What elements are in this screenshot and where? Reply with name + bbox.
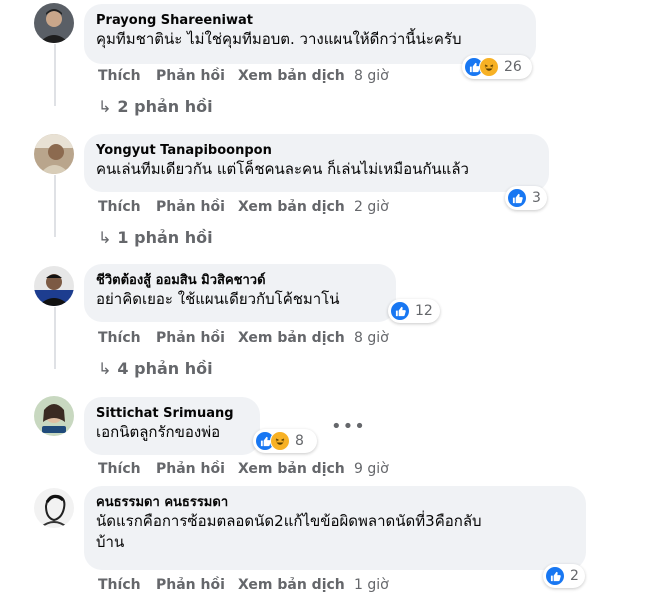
reply-arrow-icon: ↳ (98, 359, 112, 378)
avatar[interactable] (34, 3, 74, 43)
comment-text: อย่าคิดเยอะ ใช้แผนเดียวกับโค้ชมาโน่ (96, 290, 340, 308)
comment-bubble: คนธรรมดา คนธรรมดา นัดแรกคือการซ้อมตลอดนั… (84, 486, 586, 570)
comment-text: เอกนิตลูกรักของพ่อ (96, 423, 221, 441)
reply-button[interactable]: Phản hồi (156, 330, 225, 346)
timestamp[interactable]: 2 giờ (354, 199, 389, 215)
reaction-summary[interactable]: 8 (253, 429, 317, 453)
comment-text-line: นัดแรกคือการซ้อมตลอดนัด2แก้ไขข้อผิดพลาดน… (96, 512, 482, 530)
like-button[interactable]: Thích (98, 577, 141, 593)
haha-icon (270, 431, 290, 451)
replies-count: 2 phản hồi (117, 97, 213, 116)
translate-button[interactable]: Xem bản dịch (238, 68, 345, 84)
avatar[interactable] (34, 488, 74, 528)
reaction-count: 26 (504, 59, 522, 75)
haha-icon (479, 57, 499, 77)
replies-count: 1 phản hồi (117, 228, 213, 247)
like-button[interactable]: Thích (98, 330, 141, 346)
reaction-count: 8 (295, 433, 304, 449)
timestamp[interactable]: 8 giờ (354, 330, 389, 346)
like-icon (390, 301, 410, 321)
like-icon (545, 566, 565, 586)
timestamp[interactable]: 8 giờ (354, 68, 389, 84)
translate-button[interactable]: Xem bản dịch (238, 330, 345, 346)
thread-line (54, 175, 56, 237)
reply-arrow-icon: ↳ (98, 228, 112, 247)
comment-author[interactable]: Yongyut Tanapiboonpon (96, 142, 537, 159)
view-replies-link[interactable]: ↳ 2 phản hồi (98, 97, 213, 116)
comment-text-line: บ้าน (96, 533, 125, 551)
thread-line (54, 44, 56, 106)
reply-button[interactable]: Phản hồi (156, 577, 225, 593)
view-replies-link[interactable]: ↳ 1 phản hồi (98, 228, 213, 247)
comment-author[interactable]: คนธรรมดา คนธรรมดา (96, 494, 574, 511)
comment-text: คุมทีมชาติน่ะ ไม่ใช่คุมทีมอบต. วางแผนให้… (96, 30, 462, 48)
comment-bubble: Sittichat Srimuang เอกนิตลูกรักของพ่อ (84, 397, 260, 455)
like-button[interactable]: Thích (98, 461, 141, 477)
comment-text: คนเล่นทีมเดียวกัน แต่โค็ชคนละคน ก็เล่นไม… (96, 160, 469, 178)
comment-author[interactable]: Sittichat Srimuang (96, 405, 248, 422)
reply-button[interactable]: Phản hồi (156, 68, 225, 84)
reply-button[interactable]: Phản hồi (156, 199, 225, 215)
comment-author[interactable]: ชีวิตต้องสู้ ออมสิน มิวสิคชาวด์ (96, 272, 384, 289)
timestamp[interactable]: 1 giờ (354, 577, 389, 593)
timestamp[interactable]: 9 giờ (354, 461, 389, 477)
reaction-count: 3 (532, 190, 541, 206)
more-options-icon[interactable]: ••• (331, 416, 366, 437)
like-button[interactable]: Thích (98, 199, 141, 215)
like-button[interactable]: Thích (98, 68, 141, 84)
replies-count: 4 phản hồi (117, 359, 213, 378)
view-replies-link[interactable]: ↳ 4 phản hồi (98, 359, 213, 378)
comment-bubble: ชีวิตต้องสู้ ออมสิน มิวสิคชาวด์ อย่าคิดเ… (84, 264, 396, 322)
like-icon (507, 188, 527, 208)
avatar[interactable] (34, 266, 74, 306)
reaction-count: 2 (570, 568, 579, 584)
translate-button[interactable]: Xem bản dịch (238, 577, 345, 593)
translate-button[interactable]: Xem bản dịch (238, 461, 345, 477)
translate-button[interactable]: Xem bản dịch (238, 199, 345, 215)
reaction-summary[interactable]: 12 (388, 299, 440, 323)
reply-arrow-icon: ↳ (98, 97, 112, 116)
reaction-summary[interactable]: 26 (462, 55, 532, 79)
thread-line (54, 307, 56, 369)
reaction-summary[interactable]: 2 (543, 564, 585, 588)
reaction-count: 12 (415, 303, 433, 319)
comment-bubble: Prayong Shareeniwat คุมทีมชาติน่ะ ไม่ใช่… (84, 4, 536, 64)
comment-bubble: Yongyut Tanapiboonpon คนเล่นทีมเดียวกัน … (84, 134, 549, 192)
avatar[interactable] (34, 134, 74, 174)
avatar[interactable] (34, 396, 74, 436)
comment-author[interactable]: Prayong Shareeniwat (96, 12, 524, 29)
reaction-summary[interactable]: 3 (505, 186, 547, 210)
reply-button[interactable]: Phản hồi (156, 461, 225, 477)
